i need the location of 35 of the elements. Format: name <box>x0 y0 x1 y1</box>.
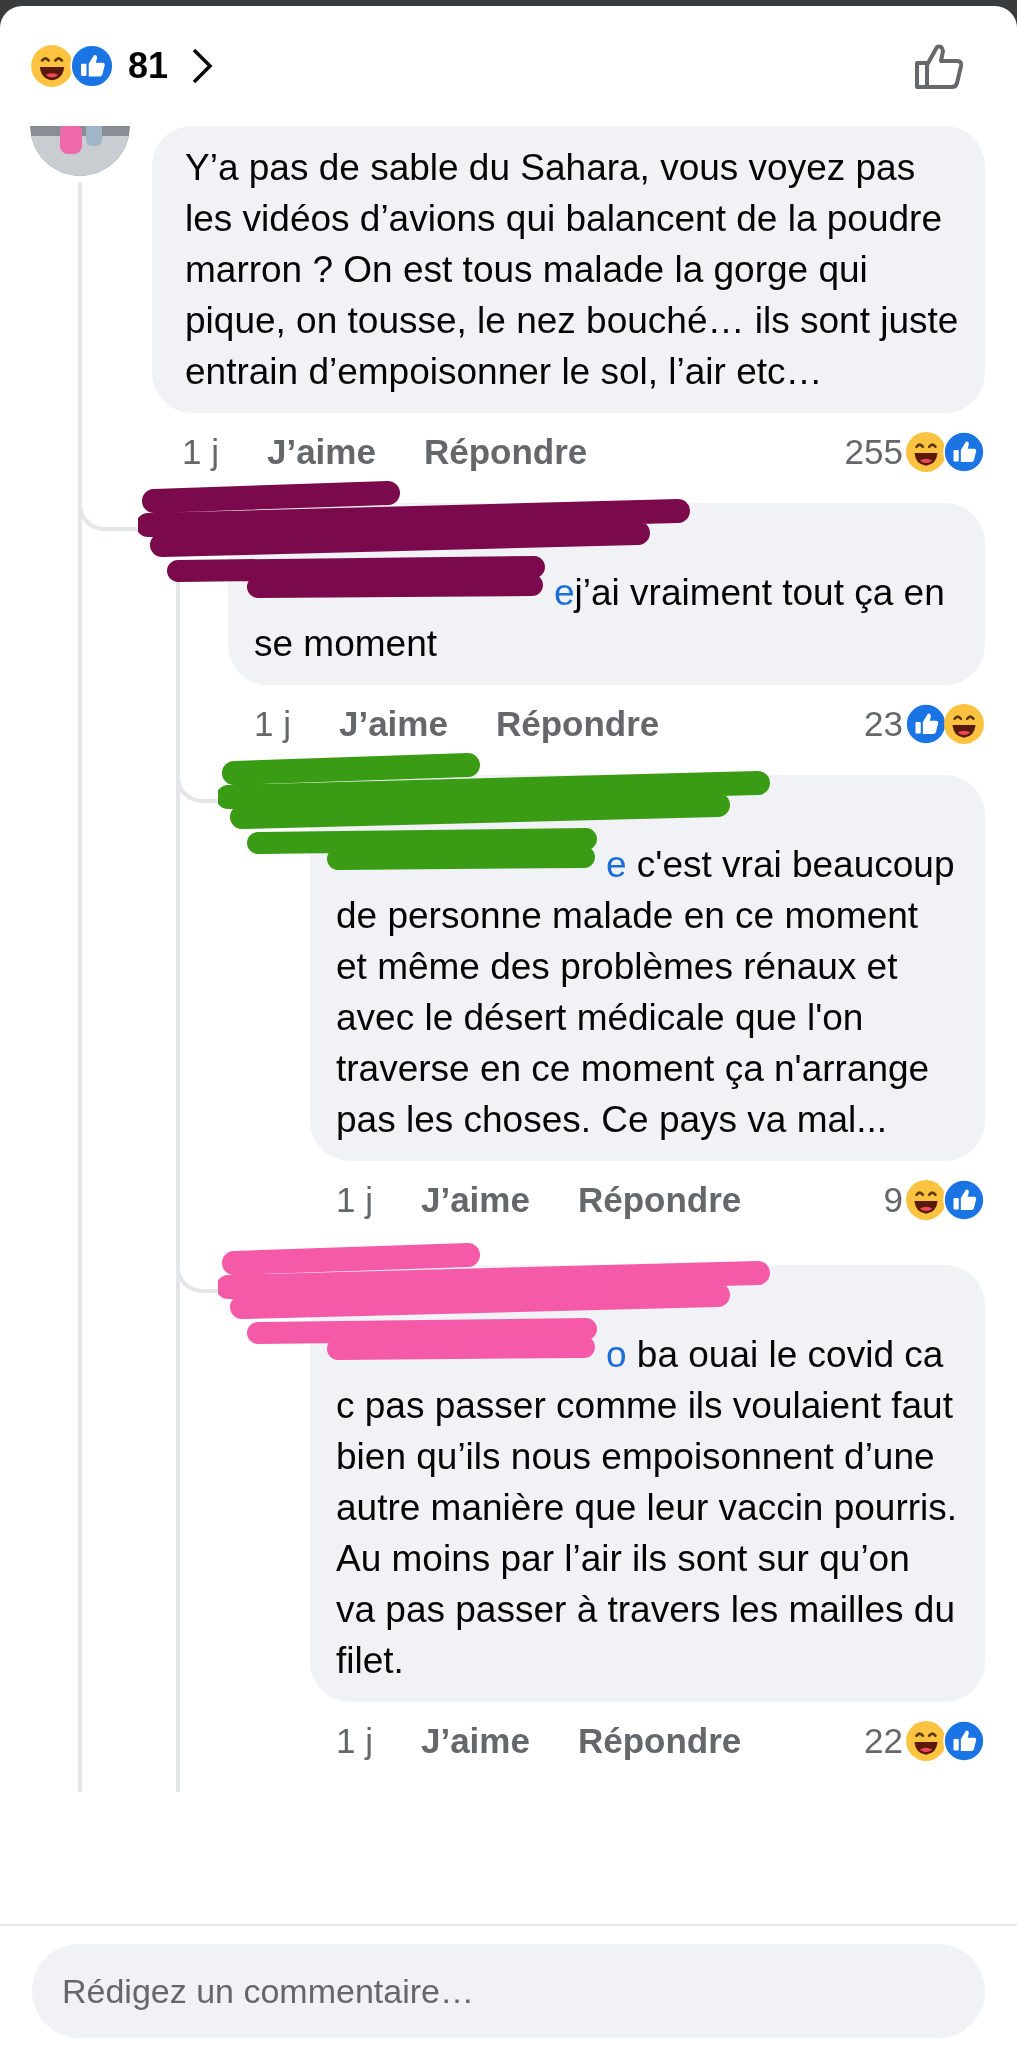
comment-text: o ba ouai le covid ca c pas passer comme ils voulaient faut bien qu’ils nous empoisonnent d’une autre manière que leur vaccin pourris. Au moins par l’air ils sont sur qu’on va pas passer à travers les mailles du filet. <box>336 1333 959 1683</box>
reaction-count[interactable]: 81 <box>128 45 169 87</box>
like-reaction-icon <box>70 44 114 88</box>
reply-link[interactable]: Répondre <box>423 432 588 472</box>
laughing-emoji-icon <box>905 431 947 473</box>
reaction-count[interactable]: 9 <box>883 1180 903 1220</box>
like-link[interactable]: J’aime <box>338 704 448 744</box>
like-reaction-icon <box>905 703 947 745</box>
like-reaction-icon <box>943 1179 985 1221</box>
reply-link[interactable]: Répondre <box>577 1721 742 1761</box>
mention-link[interactable]: e <box>606 844 627 885</box>
reaction-count[interactable]: 22 <box>864 1721 903 1761</box>
like-reaction-icon <box>943 431 985 473</box>
like-link[interactable]: J’aime <box>266 432 376 472</box>
comment-input-field[interactable]: Rédigez un commentaire… <box>32 1944 985 2038</box>
like-link[interactable]: J’aime <box>420 1180 530 1220</box>
mention-link[interactable]: o <box>606 1334 627 1375</box>
like-link[interactable]: J’aime <box>420 1721 530 1761</box>
comment-time: 1 j <box>336 1180 373 1220</box>
reaction-count[interactable]: 23 <box>864 704 903 744</box>
comment-time: 1 j <box>182 432 219 472</box>
laughing-emoji-icon <box>905 1720 947 1762</box>
laughing-emoji-icon <box>30 44 74 88</box>
laughing-emoji-icon <box>905 1179 947 1221</box>
comment-text: Y’a pas de sable du Sahara, vous voyez pas les vidéos d’avions qui balancent de la poudre marron ? On est tous malade la gorge qui pique, on tousse, le nez bouché… ils sont juste entrain d’empoisonner le sol, l’air etc… <box>185 146 959 394</box>
comment-text: e c'est vrai beaucoup de personne malade en ce moment et même des problèmes rénaux et avec le désert médicale que l'on traverse en ce moment ça n'arrange pas les choses. Ce pays va mal... <box>336 843 956 1142</box>
laughing-emoji-icon <box>943 703 985 745</box>
reply-link[interactable]: Répondre <box>577 1180 742 1220</box>
comment-time: 1 j <box>254 704 291 744</box>
reply-link[interactable]: Répondre <box>495 704 660 744</box>
comment-text: ej’ai vraiment tout ça en se moment <box>254 571 946 666</box>
like-reaction-icon <box>943 1720 985 1762</box>
reaction-count[interactable]: 255 <box>844 432 903 472</box>
comment-time: 1 j <box>336 1721 373 1761</box>
chevron-right-icon[interactable] <box>190 46 215 86</box>
